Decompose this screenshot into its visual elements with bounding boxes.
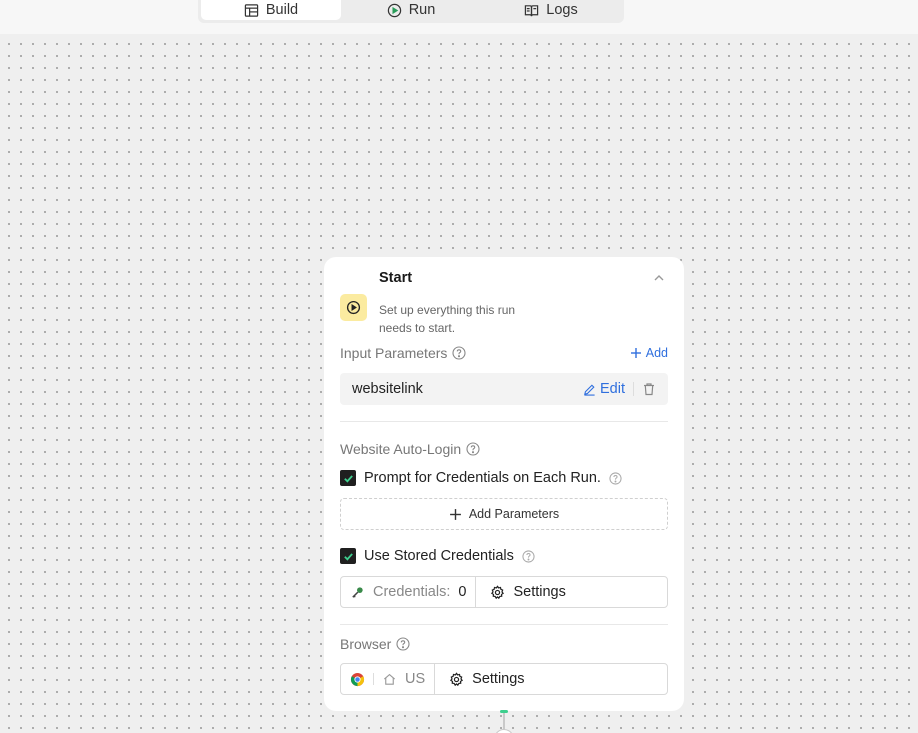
add-parameter-button[interactable]: Add <box>630 346 668 360</box>
stored-credentials-label: Use Stored Credentials <box>364 548 514 564</box>
node-description: Set up everything this run needs to star… <box>379 303 516 335</box>
credentials-count-field[interactable]: Credentials: 0 <box>341 577 477 607</box>
credentials-label: Credentials: <box>373 584 451 600</box>
help-icon[interactable] <box>522 549 535 563</box>
help-icon[interactable] <box>396 637 410 651</box>
divider <box>373 673 374 685</box>
website-auto-login-label: Website Auto-Login <box>340 441 480 457</box>
help-icon[interactable] <box>452 346 466 360</box>
section-divider <box>340 421 668 422</box>
table-icon <box>244 3 259 17</box>
plus-icon <box>630 348 641 358</box>
browser-region-field[interactable]: US <box>341 664 436 694</box>
parameter-name: websitelink <box>352 381 423 397</box>
home-icon <box>383 673 396 685</box>
trash-icon[interactable] <box>642 382 656 396</box>
pencil-icon <box>584 383 595 396</box>
input-parameters-header: Input Parameters Add <box>340 345 668 361</box>
help-icon[interactable] <box>466 442 480 456</box>
divider <box>633 382 634 396</box>
stored-credentials-option: Use Stored Credentials <box>340 548 535 564</box>
browser-region: US <box>405 671 426 687</box>
tab-logs[interactable]: Logs <box>481 0 621 20</box>
browser-settings-button[interactable]: Settings <box>435 664 667 694</box>
start-node-badge <box>340 294 367 321</box>
chevron-up-icon[interactable] <box>652 271 666 285</box>
edit-parameter-button[interactable]: Edit <box>583 381 625 397</box>
help-icon[interactable] <box>609 471 622 485</box>
top-toolbar: Build Run Logs <box>0 0 918 34</box>
section-divider <box>340 624 668 625</box>
credentials-selector: Credentials: 0 Settings <box>340 576 668 608</box>
node-title: Start <box>379 270 413 286</box>
prompt-credentials-option: Prompt for Credentials on Each Run. <box>340 470 622 486</box>
stored-credentials-checkbox[interactable] <box>340 548 356 564</box>
gear-icon <box>450 671 464 686</box>
key-icon <box>352 586 363 598</box>
parameter-item: websitelink Edit <box>340 373 668 405</box>
input-parameters-label: Input Parameters <box>340 345 466 361</box>
book-icon <box>525 4 539 16</box>
chrome-icon <box>350 672 365 686</box>
tab-run[interactable]: Run <box>341 0 481 20</box>
prompt-credentials-checkbox[interactable] <box>340 470 356 486</box>
tab-build-label: Build <box>265 2 299 18</box>
start-node-header: Start Set up everything this run needs t… <box>340 269 668 339</box>
check-icon <box>343 474 353 483</box>
credentials-count: 0 <box>458 584 467 600</box>
tab-build[interactable]: Build <box>201 0 341 20</box>
browser-selector: US Settings <box>340 663 668 695</box>
credentials-settings-button[interactable]: Settings <box>476 577 667 607</box>
tab-logs-label: Logs <box>546 2 578 18</box>
node-connector-line <box>503 711 505 731</box>
plus-icon <box>449 508 461 520</box>
connector-handle[interactable] <box>500 710 508 713</box>
prompt-credentials-label: Prompt for Credentials on Each Run. <box>364 470 601 486</box>
check-icon <box>343 552 353 561</box>
gear-icon <box>491 584 505 599</box>
play-circle-icon <box>387 3 401 17</box>
add-parameters-button[interactable]: Add Parameters <box>340 498 668 530</box>
start-node[interactable]: Start Set up everything this run needs t… <box>324 257 684 711</box>
play-circle-icon <box>346 300 361 315</box>
mode-tabs: Build Run Logs <box>198 0 624 23</box>
tab-run-label: Run <box>408 2 436 18</box>
browser-label: Browser <box>340 636 410 652</box>
